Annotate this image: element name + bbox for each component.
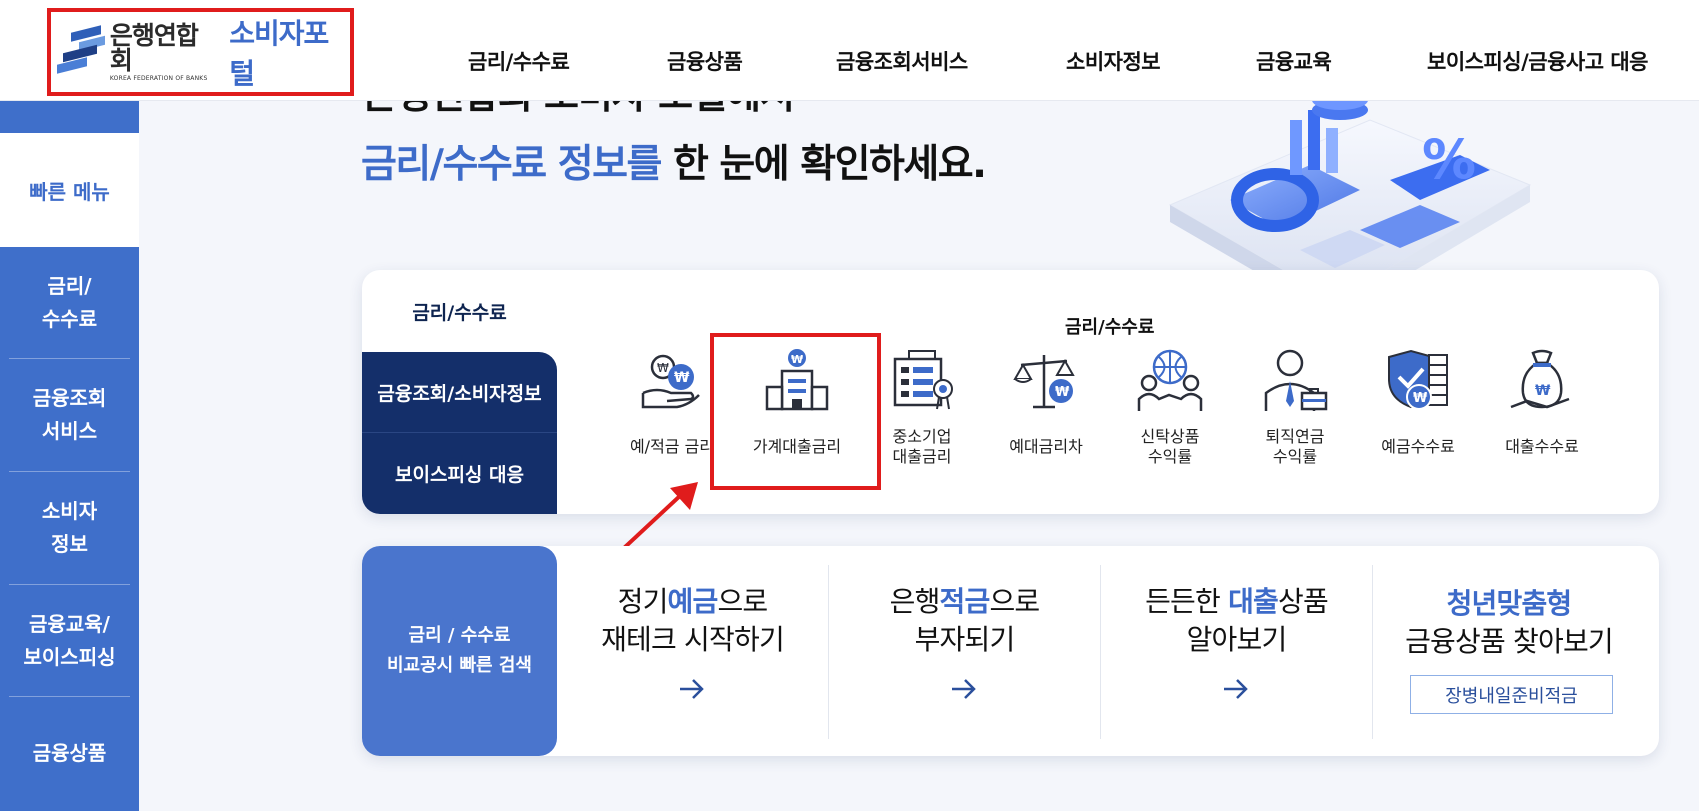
nav-financial-education[interactable]: 금융교육 bbox=[1256, 46, 1332, 76]
panel-subtitle: 금리/수수료 bbox=[1065, 317, 1155, 338]
arrow-right-icon[interactable] bbox=[1221, 677, 1251, 701]
quick-search-title: 금리 / 수수료 비교공시 빠른 검색 bbox=[362, 546, 557, 756]
card-line2: 재테크 시작하기 bbox=[601, 623, 785, 656]
quick-card-savings[interactable]: 은행적금으로 부자되기 bbox=[829, 565, 1101, 739]
site-header: 은행연합회 KOREA FEDERATION OF BANKS 소비자포털 금리… bbox=[0, 0, 1699, 101]
tab-voice-phishing[interactable]: 보이스피싱 대응 bbox=[362, 433, 557, 514]
hero-highlight: 금리/수수료 정보를 bbox=[361, 142, 662, 187]
sidebar-item-inquiry-service[interactable]: 금융조회 서비스 bbox=[9, 359, 130, 472]
quick-card-youth[interactable]: 청년맞춤형 금융상품 찾아보기 장병내일준비적금 bbox=[1373, 565, 1645, 739]
quick-card-loan[interactable]: 든든한 대출상품 알아보기 bbox=[1101, 565, 1373, 739]
arrow-right-icon[interactable] bbox=[949, 677, 979, 701]
money-bag-icon: ₩ bbox=[1507, 345, 1577, 417]
nav-inquiry-service[interactable]: 금융조회서비스 bbox=[836, 46, 968, 76]
menu-label: 예금수수료 bbox=[1381, 437, 1455, 456]
svg-text:₩: ₩ bbox=[1413, 391, 1428, 406]
card-line2: 금융상품 찾아보기 bbox=[1405, 625, 1614, 658]
svg-text:₩: ₩ bbox=[1055, 385, 1070, 400]
menu-pension-return[interactable]: 퇴직연금 수익률 bbox=[1235, 345, 1355, 475]
menu-trust-product-return[interactable]: 신탁상품 수익률 bbox=[1110, 345, 1230, 475]
menu-deposit-fee[interactable]: ₩ 예금수수료 bbox=[1358, 345, 1478, 475]
svg-text:₩: ₩ bbox=[657, 361, 669, 375]
card-line2: 부자되기 bbox=[914, 623, 1016, 656]
portal-name: 소비자포털 bbox=[229, 17, 329, 90]
soldier-savings-button[interactable]: 장병내일준비적금 bbox=[1410, 675, 1613, 714]
menu-label: 예/적금 금리 bbox=[629, 437, 715, 456]
nav-consumer-info[interactable]: 소비자정보 bbox=[1066, 46, 1161, 76]
sidebar-item-financial-products[interactable]: 금융상품 bbox=[9, 697, 130, 809]
sidebar-item-education-phishing[interactable]: 금융교육/ 보이스피싱 bbox=[9, 585, 130, 697]
hero-rest: 한 눈에 확인하세요. bbox=[660, 142, 987, 187]
nav-financial-products[interactable]: 금융상품 bbox=[667, 46, 743, 76]
nav-rates-fees[interactable]: 금리/수수료 bbox=[468, 46, 570, 76]
arrow-right-icon[interactable] bbox=[677, 677, 707, 701]
deposit-coin-icon: ₩ ₩ bbox=[637, 345, 707, 417]
menu-label: 신탁상품 수익률 bbox=[1140, 427, 1200, 466]
sidebar-item-consumer-info[interactable]: 소비자 정보 bbox=[9, 472, 130, 585]
tab-rates-fees[interactable]: 금리/수수료 bbox=[362, 270, 557, 352]
svg-text:%: % bbox=[1422, 128, 1476, 191]
menu-label: 중소기업 대출금리 bbox=[892, 427, 952, 466]
svg-text:₩: ₩ bbox=[1535, 383, 1551, 399]
menu-loan-fee[interactable]: ₩ 대출수수료 bbox=[1482, 345, 1602, 475]
logo-mark-icon bbox=[57, 25, 105, 77]
scale-icon: ₩ bbox=[1011, 345, 1081, 417]
tab-inquiry-consumer-info[interactable]: 금융조회/소비자정보 bbox=[362, 352, 557, 433]
menu-label: 예대금리차 bbox=[1009, 437, 1083, 456]
menu-loan-deposit-spread[interactable]: ₩ 예대금리차 bbox=[986, 345, 1106, 475]
businessman-icon bbox=[1260, 345, 1330, 417]
logo-korean: 은행연합회 bbox=[109, 20, 199, 75]
shield-coin-icon: ₩ bbox=[1383, 345, 1453, 417]
sidebar-item-rates-fees[interactable]: 금리/ 수수료 bbox=[9, 247, 130, 359]
quick-card-deposit[interactable]: 정기예금으로 재테크 시작하기 bbox=[557, 565, 829, 739]
highlight-box bbox=[710, 333, 881, 490]
card-line2: 알아보기 bbox=[1186, 623, 1288, 656]
factory-icon bbox=[887, 345, 957, 417]
svg-text:₩: ₩ bbox=[674, 370, 690, 386]
hero-title-line2: 금리/수수료 정보를 한 눈에 확인하세요. bbox=[361, 133, 987, 189]
nav-voice-phishing[interactable]: 보이스피싱/금융사고 대응 bbox=[1427, 46, 1649, 76]
quick-menu-label: 빠른 메뉴 bbox=[0, 133, 139, 247]
menu-label: 퇴직연금 수익률 bbox=[1265, 427, 1325, 466]
site-logo[interactable]: 은행연합회 KOREA FEDERATION OF BANKS 소비자포털 bbox=[47, 8, 354, 96]
menu-label: 대출수수료 bbox=[1505, 437, 1579, 456]
annotation-arrow-icon bbox=[622, 482, 698, 550]
globe-handshake-icon bbox=[1135, 345, 1205, 417]
quick-sidebar: 빠른 메뉴 금리/ 수수료 금융조회 서비스 소비자 정보 금융교육/ 보이스피… bbox=[0, 101, 139, 811]
logo-english: KOREA FEDERATION OF BANKS bbox=[109, 74, 208, 82]
